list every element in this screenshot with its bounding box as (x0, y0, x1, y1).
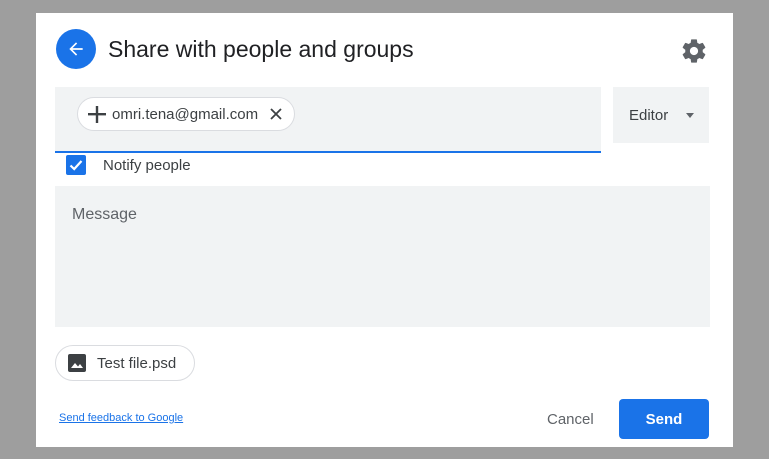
check-icon (69, 160, 83, 171)
image-icon (68, 354, 86, 372)
message-field[interactable] (55, 186, 710, 327)
recipient-input-field[interactable]: omri.tena@gmail.com (55, 87, 601, 153)
role-dropdown[interactable]: Editor (613, 87, 709, 143)
settings-button[interactable] (680, 37, 708, 65)
attachment-chip[interactable]: Test file.psd (55, 345, 196, 381)
arrow-left-icon (69, 42, 83, 56)
back-button[interactable] (56, 29, 96, 69)
dialog-title: Share with people and groups (108, 36, 414, 62)
role-selected-label: Editor (629, 106, 669, 124)
notify-checkbox[interactable] (66, 155, 86, 175)
close-icon (270, 108, 282, 120)
remove-recipient-button[interactable] (268, 106, 284, 122)
send-button[interactable]: Send (619, 399, 709, 439)
chevron-down-icon (686, 112, 695, 118)
person-icon (88, 106, 106, 123)
recipient-email: omri.tena@gmail.com (112, 105, 259, 123)
cancel-button[interactable]: Cancel (535, 405, 606, 433)
notify-row: Notify people (66, 154, 191, 176)
share-dialog: Share with people and groups omri.tena@g… (36, 13, 733, 447)
attachment-file-name: Test file.psd (97, 354, 177, 372)
gear-icon (682, 39, 706, 63)
send-feedback-link[interactable]: Send feedback to Google (59, 412, 183, 424)
notify-label: Notify people (103, 156, 191, 174)
recipient-chip[interactable]: omri.tena@gmail.com (77, 97, 296, 131)
